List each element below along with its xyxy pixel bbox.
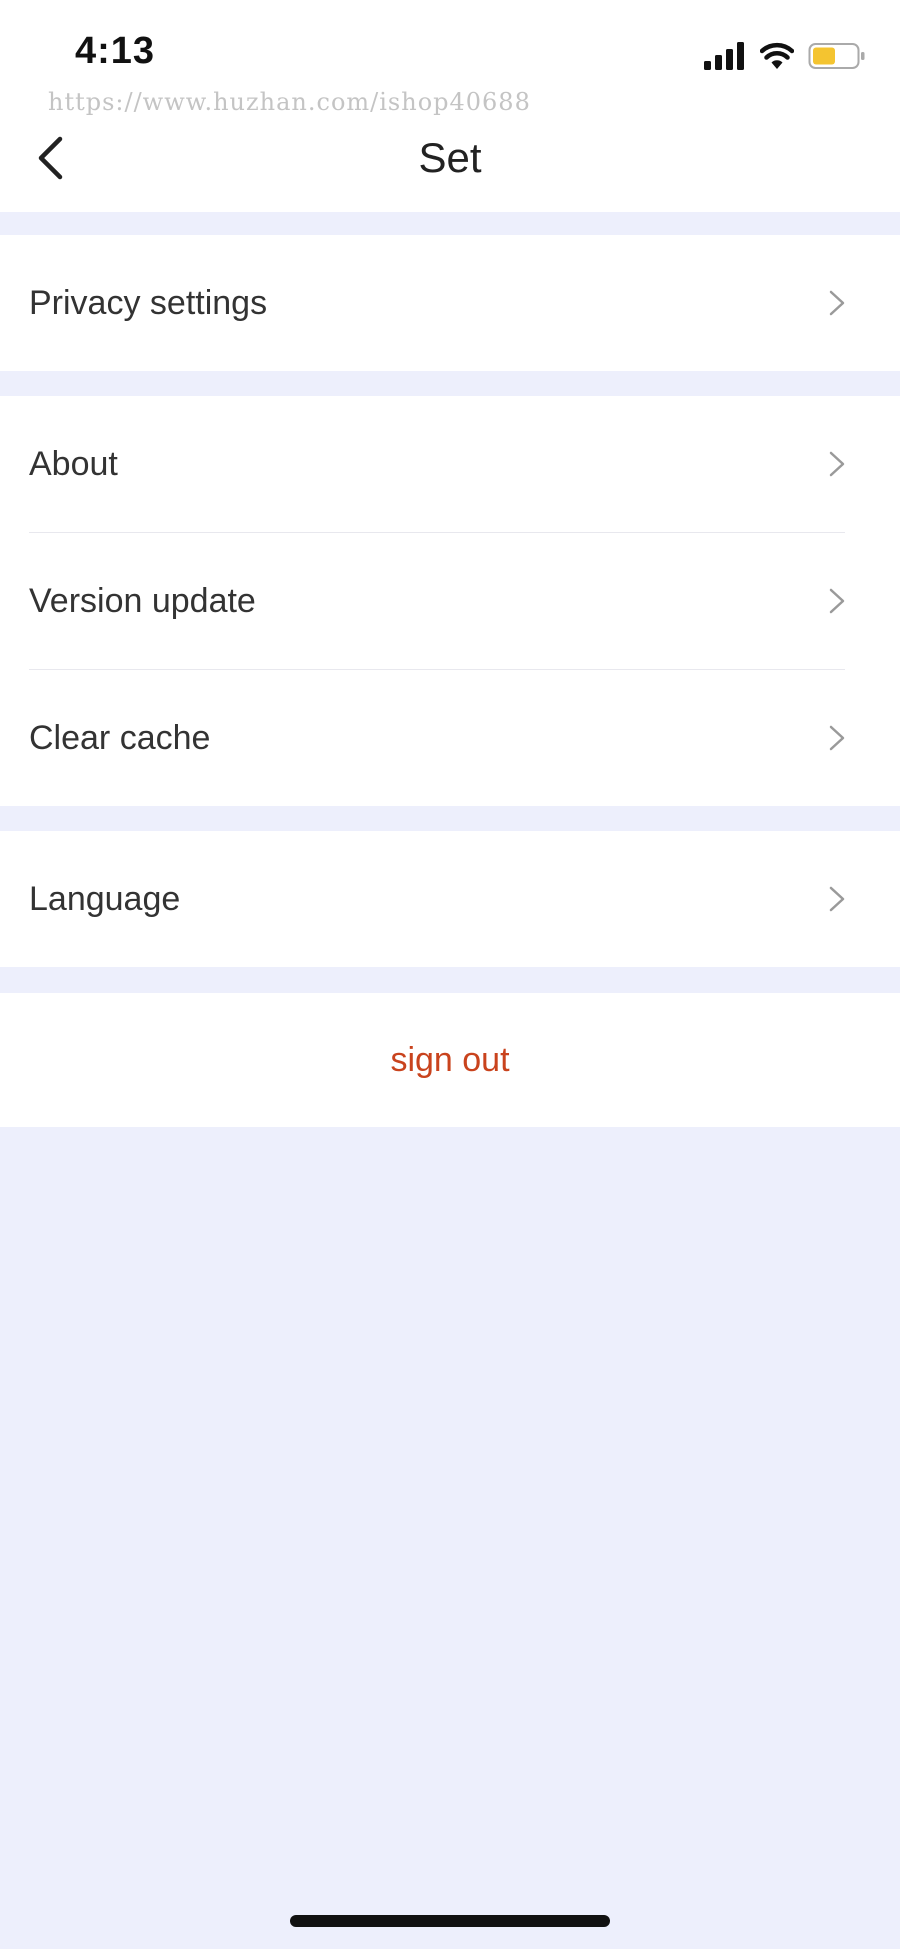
- page-title: Set: [418, 134, 482, 181]
- chevron-right-icon: [829, 886, 845, 912]
- menu-item-about[interactable]: About: [0, 396, 900, 532]
- top-bar: 4:13 https://www.huzhan.com/ishop40688 S…: [0, 0, 900, 212]
- chevron-right-icon: [829, 290, 845, 316]
- menu-item-label: Version update: [29, 581, 256, 620]
- wifi-icon: [760, 42, 794, 69]
- sign-out-label: sign out: [390, 1040, 510, 1079]
- watermark-url: https://www.huzhan.com/ishop40688: [48, 88, 531, 116]
- menu-item-label: Privacy settings: [29, 283, 268, 322]
- menu-item-label: Language: [29, 879, 181, 918]
- home-indicator[interactable]: [290, 1915, 610, 1927]
- cellular-signal-icon: [704, 42, 744, 70]
- menu-item-clear-cache[interactable]: Clear cache: [0, 670, 900, 806]
- battery-icon: [808, 43, 865, 69]
- menu-item-version-update[interactable]: Version update: [0, 533, 900, 669]
- settings-group-app: About Version update Clear cache: [0, 396, 900, 806]
- sign-out-button[interactable]: sign out: [0, 993, 900, 1127]
- menu-item-privacy-settings[interactable]: Privacy settings: [0, 235, 900, 371]
- menu-item-language[interactable]: Language: [0, 831, 900, 967]
- chevron-right-icon: [829, 725, 845, 751]
- settings-group-privacy: Privacy settings: [0, 235, 900, 371]
- status-icons: [704, 40, 866, 72]
- chevron-right-icon: [829, 588, 845, 614]
- chevron-right-icon: [829, 451, 845, 477]
- status-time: 4:13: [75, 30, 156, 72]
- menu-item-label: About: [29, 444, 118, 483]
- settings-group-language: Language: [0, 831, 900, 967]
- menu-item-label: Clear cache: [29, 718, 211, 757]
